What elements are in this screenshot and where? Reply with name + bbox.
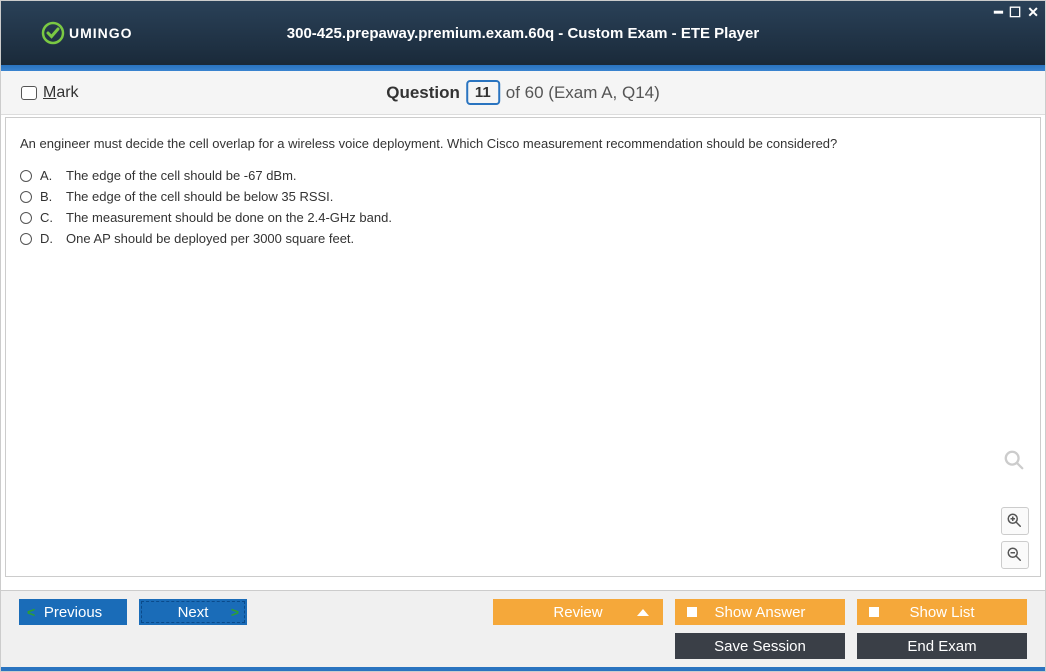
footer-divider: [1, 667, 1045, 671]
review-label: Review: [553, 604, 602, 621]
chevron-right-icon: >: [231, 604, 239, 620]
question-text: An engineer must decide the cell overlap…: [6, 118, 1040, 165]
logo-text: UMINGO: [69, 25, 133, 41]
logo: UMINGO: [41, 21, 133, 45]
answer-option[interactable]: B. The edge of the cell should be below …: [20, 186, 1026, 207]
square-icon: [687, 607, 697, 617]
radio-icon[interactable]: [20, 170, 32, 182]
question-number: 11: [466, 80, 500, 105]
answer-option[interactable]: C. The measurement should be done on the…: [20, 207, 1026, 228]
zoom-in-icon: [1006, 512, 1024, 530]
zoom-controls: [1001, 507, 1029, 569]
bottom-bar: < Previous Next > Review Show Answer Sho…: [1, 590, 1045, 671]
save-session-label: Save Session: [714, 638, 806, 655]
window-controls: ━ ☐ ✕: [994, 4, 1039, 21]
mark-checkbox[interactable]: [21, 86, 37, 100]
end-exam-label: End Exam: [907, 638, 976, 655]
button-row-1: < Previous Next > Review Show Answer Sho…: [1, 591, 1045, 631]
answer-option[interactable]: A. The edge of the cell should be -67 dB…: [20, 165, 1026, 186]
answer-letter: C.: [40, 210, 58, 225]
minimize-icon[interactable]: ━: [994, 4, 1002, 21]
answer-letter: B.: [40, 189, 58, 204]
search-icon[interactable]: [1003, 449, 1025, 476]
maximize-icon[interactable]: ☐: [1009, 4, 1022, 21]
close-icon[interactable]: ✕: [1027, 4, 1039, 21]
question-info: Question 11 of 60 (Exam A, Q14): [386, 80, 660, 105]
question-suffix: of 60 (Exam A, Q14): [506, 83, 660, 103]
answer-letter: A.: [40, 168, 58, 183]
chevron-left-icon: <: [27, 604, 35, 620]
next-button[interactable]: Next >: [139, 599, 247, 625]
logo-check-icon: [41, 21, 65, 45]
next-label: Next: [178, 604, 209, 621]
mark-container[interactable]: Mark: [21, 84, 79, 102]
answer-text: One AP should be deployed per 3000 squar…: [66, 231, 354, 246]
end-exam-button[interactable]: End Exam: [857, 633, 1027, 659]
button-row-2: Save Session End Exam: [1, 631, 1045, 667]
answers-list: A. The edge of the cell should be -67 dB…: [6, 165, 1040, 249]
answer-text: The edge of the cell should be below 35 …: [66, 189, 333, 204]
zoom-out-icon: [1006, 546, 1024, 564]
show-list-button[interactable]: Show List: [857, 599, 1027, 625]
mark-label: Mark: [43, 84, 79, 102]
triangle-up-icon: [637, 609, 649, 616]
review-button[interactable]: Review: [493, 599, 663, 625]
zoom-out-button[interactable]: [1001, 541, 1029, 569]
answer-letter: D.: [40, 231, 58, 246]
show-list-label: Show List: [909, 604, 974, 621]
show-answer-button[interactable]: Show Answer: [675, 599, 845, 625]
radio-icon[interactable]: [20, 212, 32, 224]
window-title: 300-425.prepaway.premium.exam.60q - Cust…: [287, 25, 759, 42]
answer-text: The measurement should be done on the 2.…: [66, 210, 392, 225]
titlebar: UMINGO 300-425.prepaway.premium.exam.60q…: [1, 1, 1045, 65]
zoom-in-button[interactable]: [1001, 507, 1029, 535]
save-session-button[interactable]: Save Session: [675, 633, 845, 659]
show-answer-label: Show Answer: [715, 604, 806, 621]
answer-text: The edge of the cell should be -67 dBm.: [66, 168, 297, 183]
previous-label: Previous: [44, 604, 102, 621]
radio-icon[interactable]: [20, 191, 32, 203]
question-header: Mark Question 11 of 60 (Exam A, Q14): [1, 71, 1045, 115]
square-icon: [869, 607, 879, 617]
answer-option[interactable]: D. One AP should be deployed per 3000 sq…: [20, 228, 1026, 249]
radio-icon[interactable]: [20, 233, 32, 245]
content-area: An engineer must decide the cell overlap…: [5, 117, 1041, 577]
previous-button[interactable]: < Previous: [19, 599, 127, 625]
question-label: Question: [386, 83, 460, 103]
